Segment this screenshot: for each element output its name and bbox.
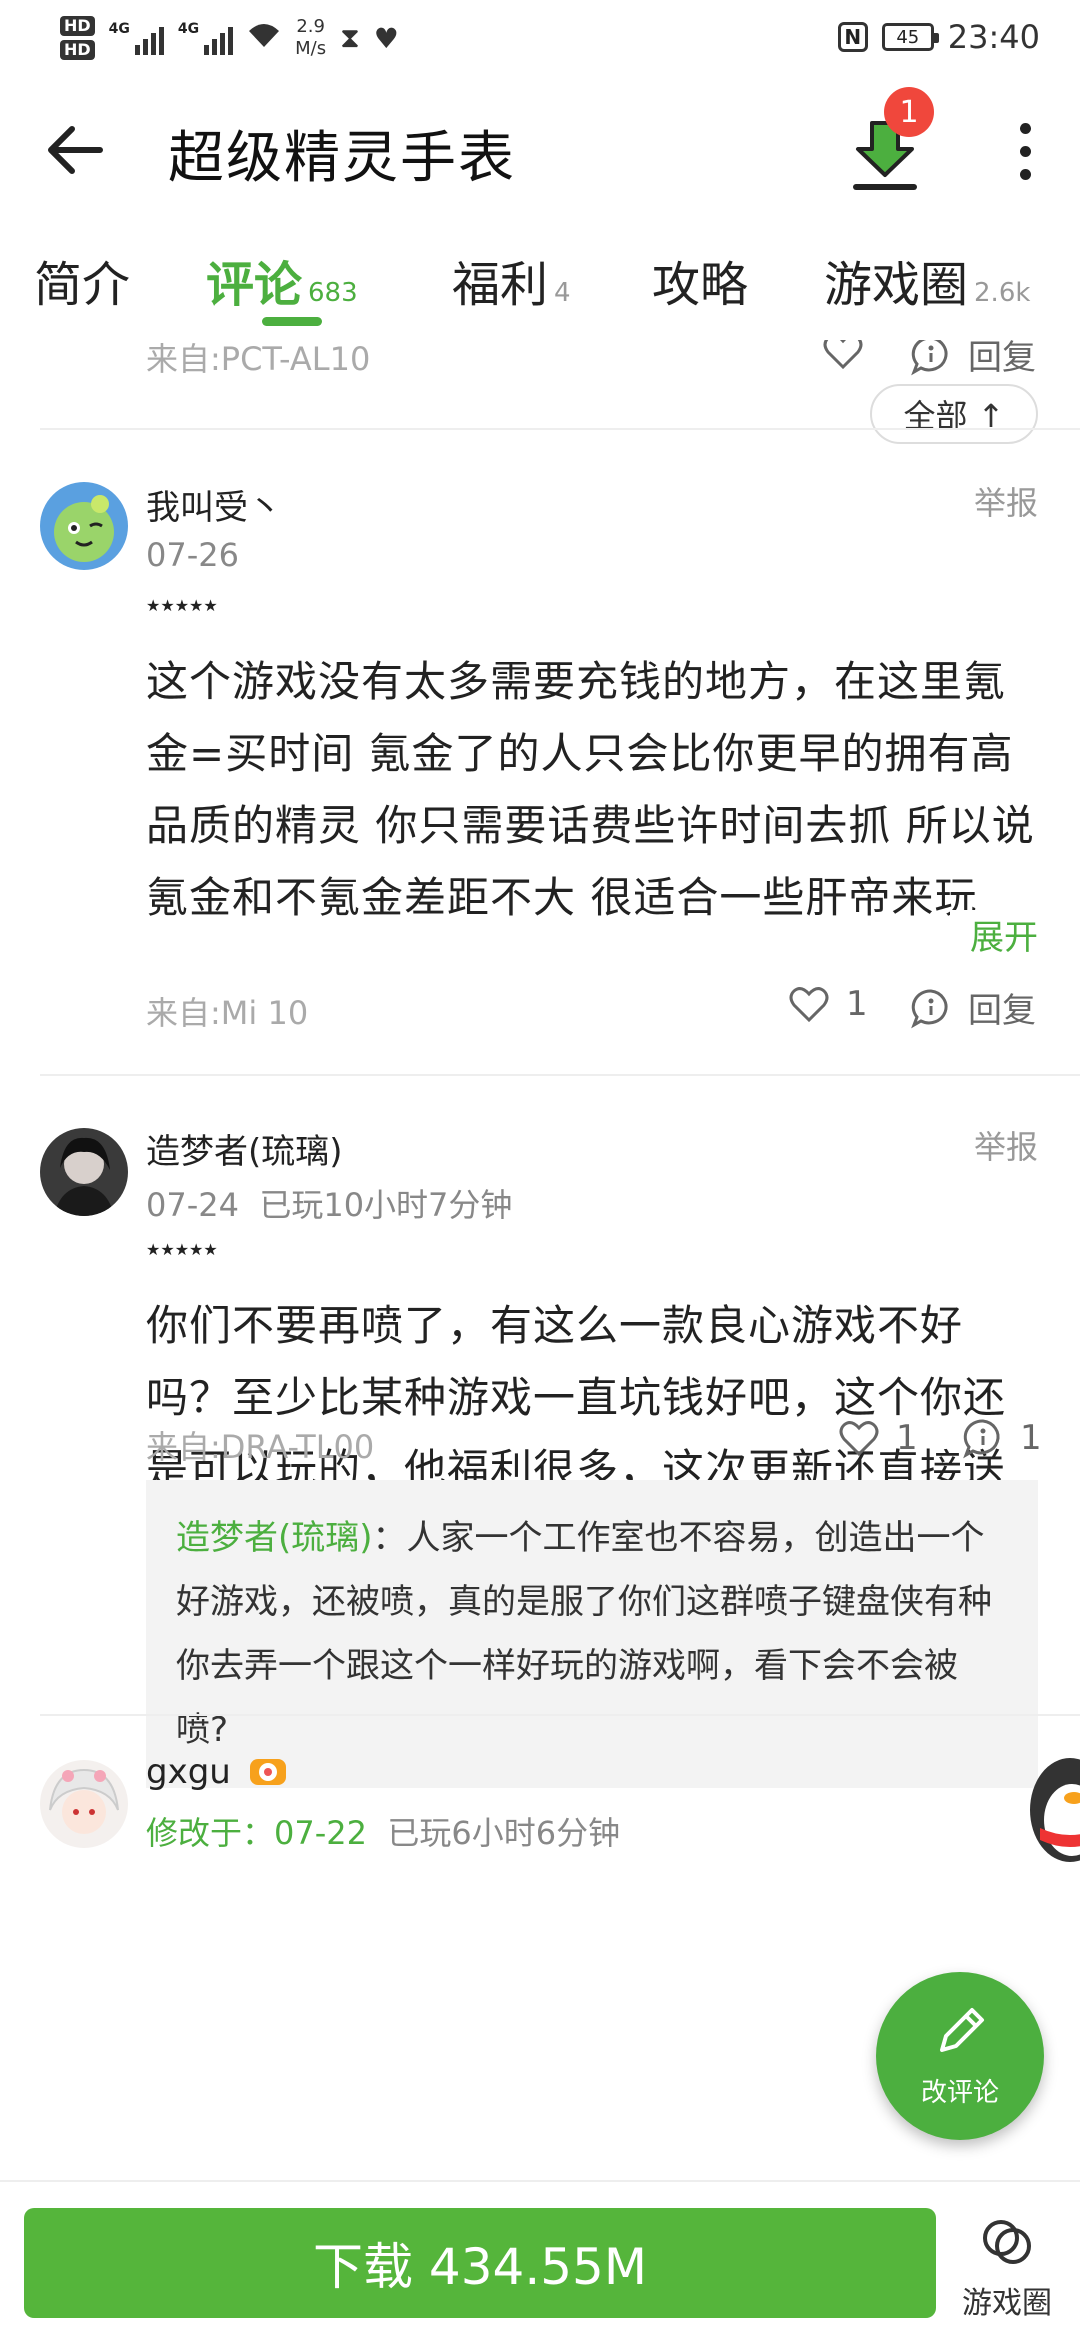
like-button[interactable]: 1 [788,983,868,1025]
hd-icon: HD [60,16,95,36]
tab-bar: 简介 评论 683 福利 4 攻略 游戏圈 2.6k [0,225,1080,340]
edit-review-button[interactable]: 改评论 [876,1972,1044,2140]
modified-label: 修改于： [146,1814,275,1852]
wifi-icon [247,21,281,56]
divider [40,1074,1080,1076]
battery-icon: 45 [881,23,939,51]
avatar[interactable] [40,1128,128,1216]
heart-icon [839,1421,879,1457]
hd-icon: HD [60,40,95,60]
avatar[interactable] [40,482,128,570]
expand-button[interactable]: 展开 [950,910,1038,959]
comment-icon [963,1419,1000,1459]
game-badge-icon [249,1759,286,1785]
tab-game-circle[interactable]: 游戏圈 2.6k [824,245,1030,315]
comment-icon [911,340,948,375]
hourglass-icon: ⧗ [340,21,360,54]
device-source: 来自:DRA-TL00 [146,1428,375,1466]
pencil-icon [940,2008,984,2052]
page-title: 超级精灵手表 [168,126,516,191]
like-count: 1 [846,984,868,1024]
nfc-icon: N [837,22,868,52]
active-tab-indicator [262,317,322,326]
download-button[interactable]: 下载 434.55M [24,2208,936,2318]
reviews-list[interactable]: 来自:PCT-AL10 回复 全部 ↑ 我叫受丶 举报 07-26 ★★★★★ … [0,340,1080,2180]
more-options-button[interactable] [1000,115,1050,195]
signal-icon: 4G [178,21,234,55]
reply-preview[interactable]: 造梦者(琉璃)：人家一个工作室也不容易，创造出一个好游戏，还被喷，真的是服了你们… [146,1480,1038,1788]
playtime: 已玩6小时6分钟 [387,1814,621,1852]
game-circle-button[interactable]: 游戏圈 [952,2212,1062,2322]
tab-benefits[interactable]: 福利 4 [452,245,571,315]
username[interactable]: 我叫受丶 [146,480,282,529]
report-button[interactable]: 举报 [974,1122,1038,1168]
heart-icon [823,340,863,370]
report-button[interactable]: 举报 [974,478,1038,524]
divider [40,1714,1080,1716]
floating-mascot-icon[interactable] [1020,1750,1080,1870]
star-rating: ★★★★★ [146,1240,218,1259]
username[interactable]: 造梦者(琉璃) [146,1124,343,1173]
back-button[interactable] [40,115,120,185]
clock: 23:40 [947,18,1040,56]
health-heart-icon: ♥ [373,21,399,55]
tab-reviews[interactable]: 评论 683 [206,245,358,315]
divider [40,428,1080,430]
playtime: 已玩10小时7分钟 [259,1186,513,1224]
status-bar: HD HD 4G 4G 2.9 M/s ⧗ ♥ N 45 23:40 [0,0,1080,75]
network-speed: 2.9 M/s [295,16,327,59]
device-source: 来自:PCT-AL10 [146,340,371,378]
tab-intro[interactable]: 简介 [34,245,130,315]
signal-icon: 4G [109,21,164,55]
like-count: 1 [896,1418,918,1458]
comment-icon [911,988,948,1028]
username[interactable]: gxgu [146,1752,288,1792]
star-rating: ★★★★★ [146,596,218,615]
review-date: 07-26 [146,536,239,574]
back-arrow-icon [48,126,103,174]
avatar[interactable] [40,1760,128,1848]
review-text[interactable]: 这个游戏没有太多需要充钱的地方，在这里氪金=买时间 氪金了的人只会比你更早的拥有… [146,646,1046,942]
heart-icon [789,987,829,1023]
bottom-bar: 下载 434.55M 游戏圈 [0,2180,1080,2340]
app-bar: 超级精灵手表 1 [0,75,1080,225]
download-count-badge: 1 [884,87,934,137]
reply-button[interactable]: 回复 [910,340,1036,379]
reply-button[interactable]: 1 [962,1417,1042,1459]
like-button[interactable]: 1 [838,1417,918,1459]
like-button[interactable] [822,340,864,372]
sort-all-button[interactable]: 全部 ↑ [870,384,1038,444]
review-date: 07-24 已玩10小时7分钟 [146,1186,513,1224]
reply-count: 1 [1020,1418,1042,1458]
device-source: 来自:Mi 10 [146,994,309,1032]
game-circle-icon [983,2220,1031,2264]
reply-author[interactable]: 造梦者(琉璃) [176,1518,373,1558]
tab-guides[interactable]: 攻略 [652,245,748,315]
reply-button[interactable]: 回复 [910,983,1036,1032]
review-date: 修改于：07-22 已玩6小时6分钟 [146,1814,621,1852]
